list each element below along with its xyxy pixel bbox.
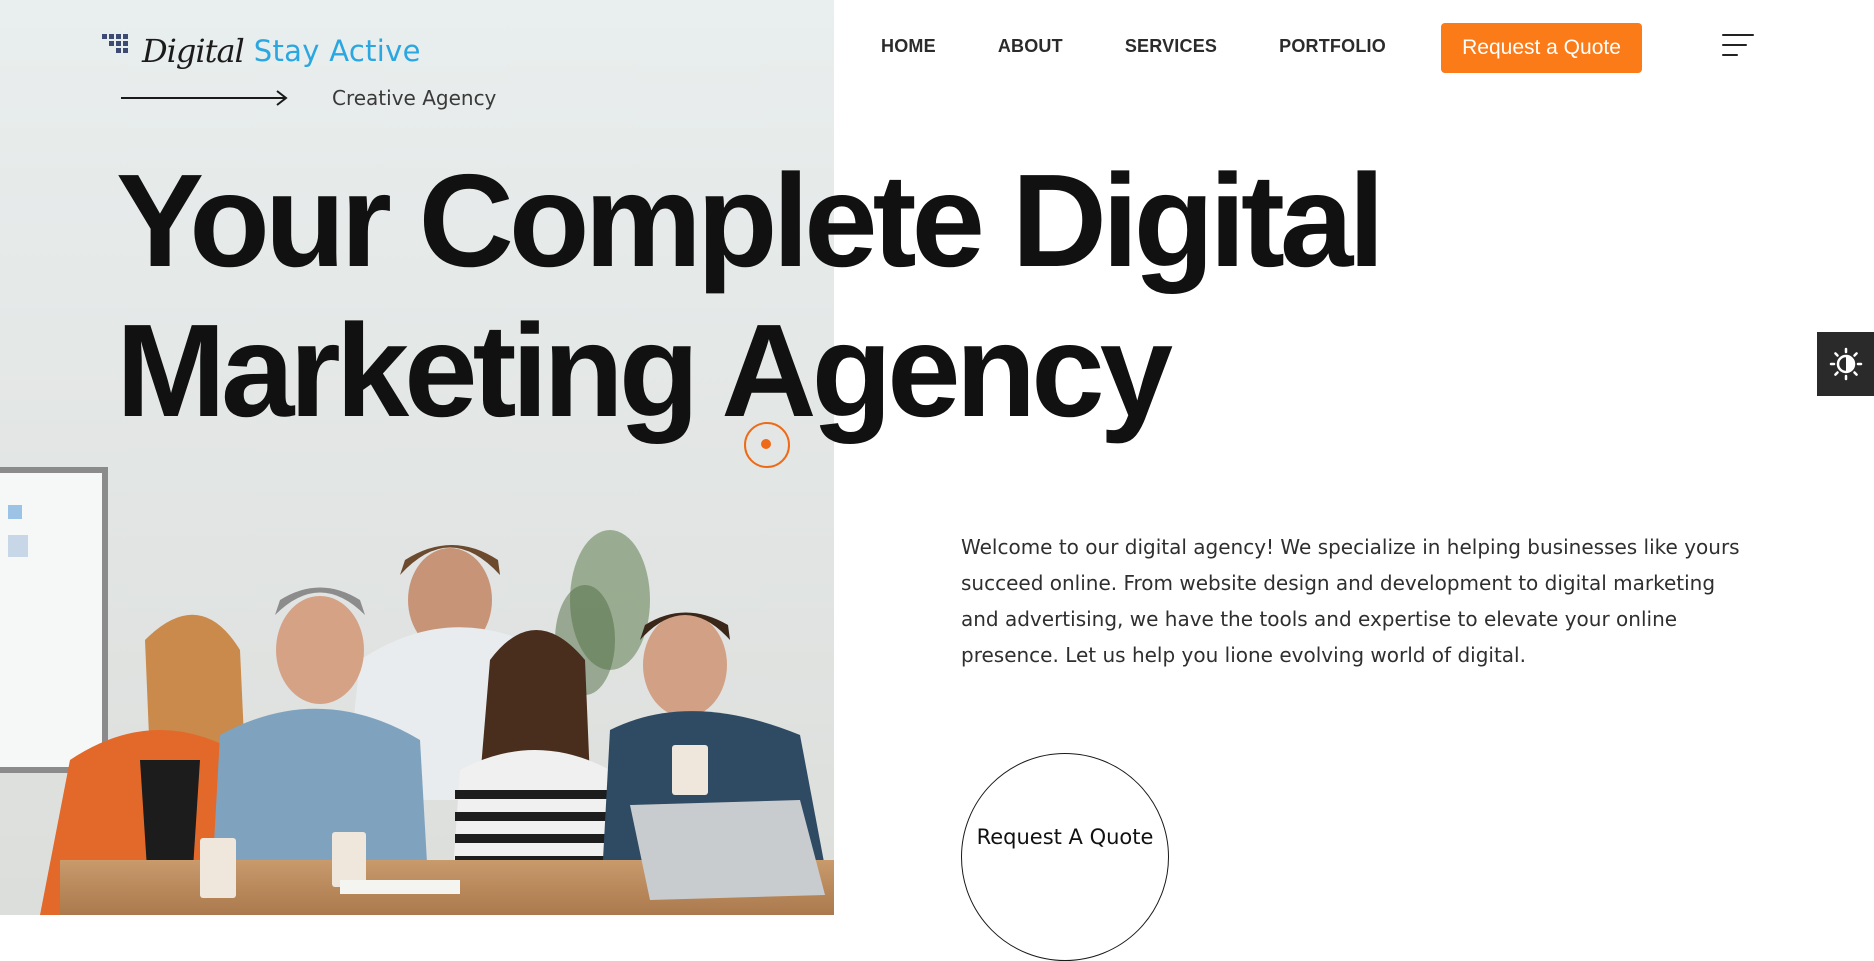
logo-pixel-icon [102,32,138,70]
main-nav: HOME ABOUT SERVICES PORTFOLIO [881,36,1448,57]
nav-portfolio[interactable]: PORTFOLIO [1279,36,1386,57]
sun-contrast-icon [1829,347,1862,381]
tagline-text: Creative Agency [332,86,497,110]
headline-line-2: Marketing Agency [116,297,1173,444]
theme-toggle-button[interactable] [1817,332,1874,396]
nav-services[interactable]: SERVICES [1125,36,1217,57]
circle-request-quote-button[interactable]: Request A Quote [961,753,1169,961]
arrow-right-icon [121,90,288,106]
scroll-indicator-dot [744,422,790,468]
logo-word-digital: Digital [142,32,245,70]
hamburger-menu-icon[interactable] [1722,34,1756,58]
hero-headline: Your Complete Digital Marketing Agency [116,146,1385,446]
logo-word-stay-active: Stay Active [253,34,421,68]
hero-photo [0,0,834,915]
request-quote-button[interactable]: Request a Quote [1441,23,1642,73]
headline-line-1: Your Complete Digital [116,147,1385,294]
nav-home[interactable]: HOME [881,36,936,57]
tagline-row: Creative Agency [121,86,496,110]
team-meeting-illustration [0,0,834,915]
intro-paragraph: Welcome to our digital agency! We specia… [961,535,1740,667]
nav-about[interactable]: ABOUT [998,36,1063,57]
site-logo[interactable]: Digital Stay Active [102,24,421,78]
